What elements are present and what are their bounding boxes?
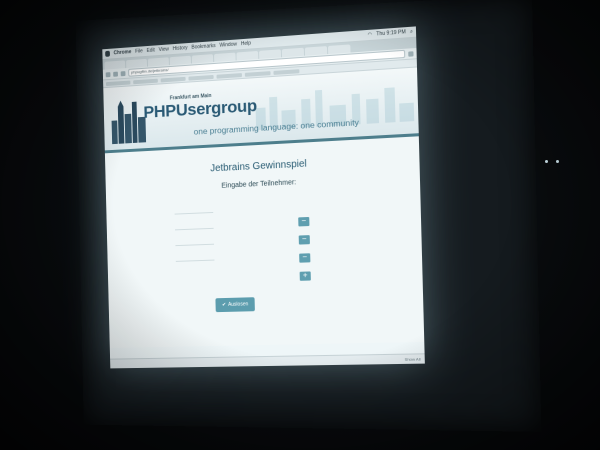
browser-tab[interactable] xyxy=(304,46,328,56)
reload-icon[interactable] xyxy=(120,70,126,76)
browser-tab[interactable] xyxy=(126,58,148,69)
participant-label xyxy=(135,227,167,228)
check-icon: ✔ xyxy=(221,301,227,309)
participant-input[interactable] xyxy=(174,221,214,231)
browser-tab[interactable] xyxy=(281,47,305,58)
logo-php: PHP xyxy=(143,101,177,122)
browser-tab[interactable] xyxy=(327,44,351,55)
menu-help[interactable]: Help xyxy=(241,40,251,47)
back-icon[interactable] xyxy=(105,71,111,77)
logo-usergroup: Usergroup xyxy=(175,96,258,120)
browser-tab[interactable] xyxy=(191,54,214,64)
bookmark-item[interactable] xyxy=(216,72,242,79)
plus-icon: + xyxy=(302,270,308,280)
wifi-icon[interactable]: ◠ xyxy=(368,32,373,38)
menu-edit[interactable]: Edit xyxy=(147,47,155,53)
browser-tab[interactable] xyxy=(259,49,282,59)
indicator-light xyxy=(545,160,548,163)
draw-button[interactable]: ✔ Auslosen xyxy=(215,297,255,313)
participant-label xyxy=(135,243,167,244)
bookmark-item[interactable] xyxy=(188,74,214,81)
participant-label xyxy=(135,211,167,212)
menu-file[interactable]: File xyxy=(135,48,143,54)
bookmark-item[interactable] xyxy=(273,68,300,75)
participant-input[interactable] xyxy=(175,253,215,262)
clock[interactable]: Thu 9:19 PM xyxy=(376,29,406,37)
add-participant-button[interactable]: + xyxy=(299,270,311,281)
minus-icon: − xyxy=(302,252,308,262)
menu-view[interactable]: View xyxy=(159,46,169,53)
projected-screen: Chrome File Edit View History Bookmarks … xyxy=(102,26,425,369)
remove-participant-button[interactable]: − xyxy=(299,252,311,263)
participant-row xyxy=(135,237,215,249)
browser-tab[interactable] xyxy=(169,55,191,66)
site-logo[interactable]: PHPUsergroup xyxy=(143,96,257,123)
browser-tab[interactable] xyxy=(104,60,126,70)
show-all-downloads[interactable]: Show All xyxy=(405,356,421,361)
menu-history[interactable]: History xyxy=(173,45,188,52)
apple-icon[interactable] xyxy=(105,50,110,57)
draw-button-label: Auslosen xyxy=(227,301,249,308)
participant-input[interactable] xyxy=(175,237,215,247)
browser-tab[interactable] xyxy=(214,52,236,62)
app-name[interactable]: Chrome xyxy=(114,49,132,56)
bookmark-item[interactable] xyxy=(244,70,271,77)
minus-icon: − xyxy=(301,216,307,226)
participant-row xyxy=(135,205,214,217)
indicator-light xyxy=(556,160,559,163)
bookmark-item[interactable] xyxy=(160,76,186,82)
minus-icon: − xyxy=(301,234,307,244)
menu-icon[interactable] xyxy=(408,50,414,57)
browser-tab[interactable] xyxy=(147,57,169,67)
menu-bookmarks[interactable]: Bookmarks xyxy=(191,43,215,51)
search-icon[interactable]: ⌕ xyxy=(410,29,413,35)
participant-row xyxy=(135,221,214,233)
menu-window[interactable]: Window xyxy=(219,41,237,48)
bookmark-item[interactable] xyxy=(133,78,158,84)
main-content: Jetbrains Gewinnspiel Eingabe der Teilne… xyxy=(104,136,425,348)
participant-label xyxy=(136,259,168,260)
participant-row xyxy=(136,253,215,265)
remove-participant-button[interactable]: − xyxy=(298,216,310,227)
browser-tab[interactable] xyxy=(236,50,259,61)
skyline-logo-icon xyxy=(111,100,147,145)
forward-icon[interactable] xyxy=(113,71,118,77)
participant-input[interactable] xyxy=(174,206,214,215)
remove-participant-button[interactable]: − xyxy=(298,234,310,245)
bookmark-item[interactable] xyxy=(105,80,131,86)
